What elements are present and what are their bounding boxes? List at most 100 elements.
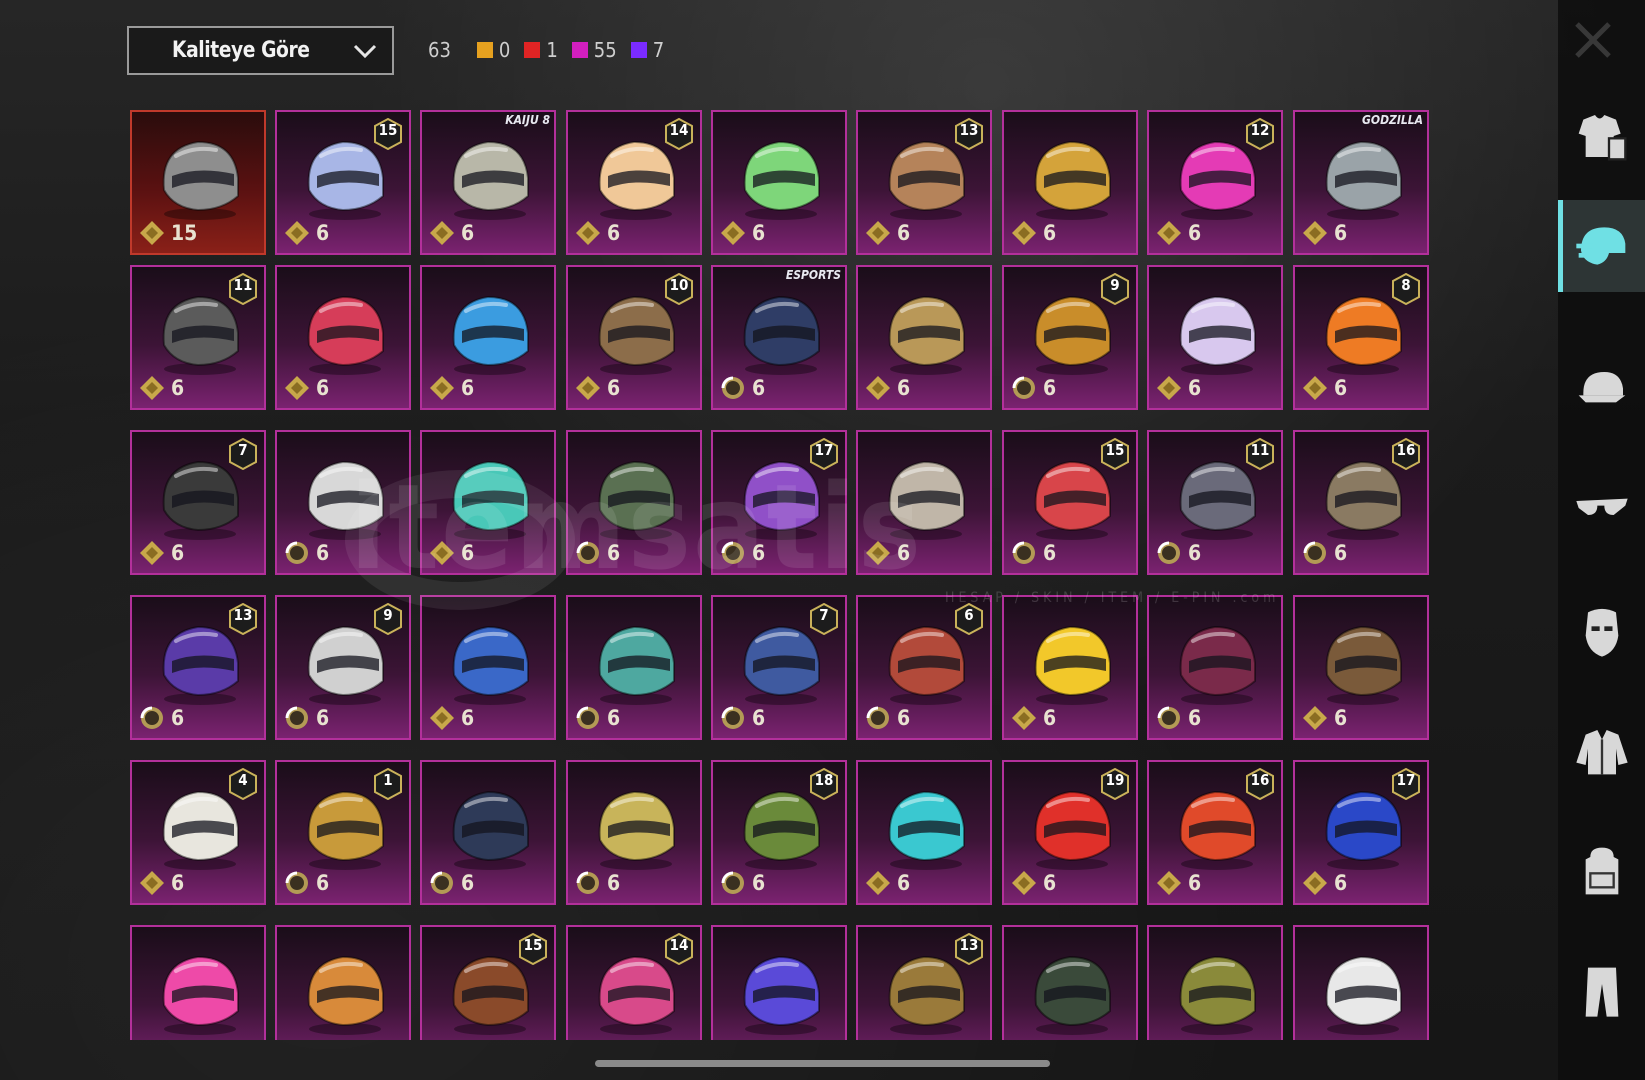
gold-currency-icon: [1012, 221, 1036, 245]
item-card[interactable]: 76: [130, 430, 266, 575]
count-gold: 0: [476, 38, 510, 62]
item-card[interactable]: [130, 925, 266, 1040]
item-card[interactable]: [1147, 925, 1283, 1040]
item-count: 6: [1010, 704, 1056, 732]
helmet-icon: [452, 295, 529, 375]
item-card[interactable]: 6: [566, 760, 702, 905]
count-pink: 55: [571, 38, 617, 62]
item-card[interactable]: 11 6: [1147, 430, 1283, 575]
item-card[interactable]: 17 6: [1293, 760, 1429, 905]
item-card[interactable]: 96: [275, 595, 411, 740]
sidebar-item-helmet[interactable]: [1558, 200, 1645, 292]
helmet-icon: [743, 955, 820, 1035]
helmet-icon: [162, 955, 239, 1035]
item-count-value: 6: [171, 376, 185, 400]
purple-swatch: [630, 42, 647, 58]
level-badge-text: 14: [669, 121, 689, 139]
item-card[interactable]: 16 6: [1293, 430, 1429, 575]
item-count: 6: [1155, 869, 1201, 897]
item-count: 6: [138, 704, 184, 732]
ring-currency-icon: [1157, 541, 1180, 564]
item-card[interactable]: 15 6: [1002, 430, 1138, 575]
item-card[interactable]: 76: [711, 595, 847, 740]
ring-currency-icon: [576, 706, 599, 729]
level-badge-text: 17: [1396, 771, 1416, 789]
item-card[interactable]: 6: [566, 595, 702, 740]
item-card[interactable]: 6: [275, 265, 411, 410]
item-card[interactable]: 6: [1002, 110, 1138, 255]
mask-category-icon: [1585, 608, 1618, 657]
sidebar-item-jacket[interactable]: [1558, 705, 1645, 797]
item-count-value: 6: [316, 541, 330, 565]
item-card[interactable]: 6: [1147, 265, 1283, 410]
helmet-icon: [1325, 955, 1402, 1035]
item-card[interactable]: 15: [130, 110, 266, 255]
level-badge-text: 17: [814, 441, 834, 459]
item-card[interactable]: 18 6: [711, 760, 847, 905]
item-count-value: 6: [1188, 376, 1202, 400]
outfit-category-icon: [1578, 115, 1626, 161]
sidebar-item-mask[interactable]: [1558, 585, 1645, 677]
gold-currency-icon: [866, 221, 890, 245]
item-card[interactable]: 6: [1147, 595, 1283, 740]
item-card[interactable]: 6: [420, 595, 556, 740]
ring-currency-icon: [576, 871, 599, 894]
item-card[interactable]: 16 6: [1147, 760, 1283, 905]
item-card[interactable]: 14 6: [566, 110, 702, 255]
item-card[interactable]: 14: [566, 925, 702, 1040]
item-count-value: 6: [897, 376, 911, 400]
sidebar-item-hat[interactable]: [1558, 340, 1645, 432]
gold-currency-icon: [1303, 706, 1327, 730]
item-card[interactable]: KAIJU 8 6: [420, 110, 556, 255]
item-overlay-label: GODZILLA: [1362, 113, 1423, 127]
item-card[interactable]: 6: [420, 265, 556, 410]
item-card[interactable]: 13 6: [856, 110, 992, 255]
item-card[interactable]: GODZILLA 6: [1293, 110, 1429, 255]
item-card[interactable]: 13: [856, 925, 992, 1040]
item-card[interactable]: 6: [856, 760, 992, 905]
item-card[interactable]: 6: [420, 760, 556, 905]
ring-currency-icon: [1157, 706, 1180, 729]
item-count: 6: [1010, 869, 1056, 897]
sidebar-item-backpack[interactable]: [1558, 825, 1645, 917]
item-card[interactable]: 15: [420, 925, 556, 1040]
item-count-value: 6: [607, 221, 621, 245]
level-badge-text: 18: [814, 771, 834, 789]
sort-dropdown[interactable]: Kaliteye Göre: [127, 26, 394, 75]
item-card[interactable]: 86: [1293, 265, 1429, 410]
item-card[interactable]: 6: [856, 265, 992, 410]
item-card[interactable]: 16: [275, 760, 411, 905]
item-card[interactable]: 10 6: [566, 265, 702, 410]
item-card[interactable]: 11 6: [130, 265, 266, 410]
item-card[interactable]: 15 6: [275, 110, 411, 255]
item-count: 15: [138, 219, 197, 247]
ring-currency-icon: [1012, 376, 1035, 399]
gold-currency-icon: [721, 221, 745, 245]
item-card[interactable]: 96: [1002, 265, 1138, 410]
watermark: itemsatis: [350, 458, 923, 596]
item-card[interactable]: 46: [130, 760, 266, 905]
item-card[interactable]: [1002, 925, 1138, 1040]
item-card[interactable]: 66: [856, 595, 992, 740]
sidebar-item-pants[interactable]: [1558, 945, 1645, 1037]
item-card[interactable]: 6: [1002, 595, 1138, 740]
backpack-category-icon: [1585, 847, 1618, 895]
horizontal-scrollbar[interactable]: [595, 1060, 1050, 1067]
item-card[interactable]: [711, 925, 847, 1040]
item-count-value: 6: [171, 541, 185, 565]
sidebar-item-glasses[interactable]: [1558, 462, 1645, 554]
sidebar-item-outfit[interactable]: [1558, 90, 1645, 182]
item-card[interactable]: 6: [711, 110, 847, 255]
gold-currency-icon: [1303, 376, 1327, 400]
item-card[interactable]: 6: [1293, 595, 1429, 740]
item-card[interactable]: 19 6: [1002, 760, 1138, 905]
helmet-icon: [888, 295, 965, 375]
item-card[interactable]: 13 6: [130, 595, 266, 740]
item-card[interactable]: ESPORTS 6: [711, 265, 847, 410]
item-count-value: 6: [316, 221, 330, 245]
gold-swatch: [476, 42, 493, 58]
item-card[interactable]: 12 6: [1147, 110, 1283, 255]
gold-currency-icon: [140, 871, 164, 895]
item-card[interactable]: [275, 925, 411, 1040]
item-card[interactable]: [1293, 925, 1429, 1040]
